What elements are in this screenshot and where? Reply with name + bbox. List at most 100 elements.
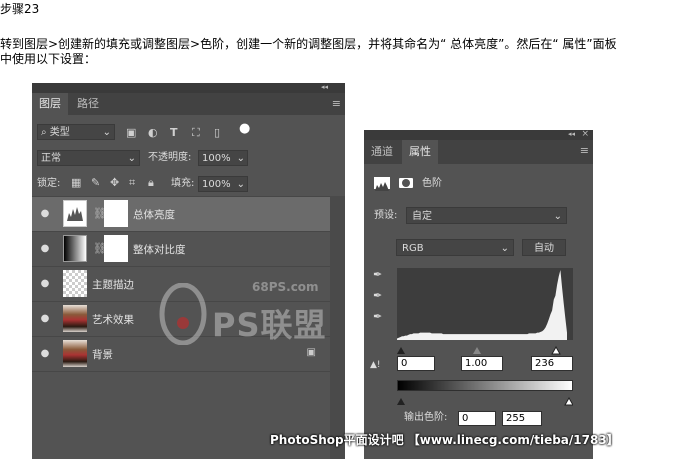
output-levels-label: 输出色阶: xyxy=(404,412,448,423)
layers-panel: ◂◂ 图层 路径 ≡ ⌕ 类型 ⌄ ▣ ◐ T ⛶ ▯ ● 正常 ⌄ 不透明度:… xyxy=(32,83,345,459)
lock-image-icon[interactable]: ✎ xyxy=(91,176,100,190)
channel-select[interactable]: RGB ⌄ xyxy=(396,239,514,256)
preset-select[interactable]: 自定 ⌄ xyxy=(406,207,567,224)
lock-icon[interactable]: ▣ xyxy=(307,347,316,358)
lock-transparent-icon[interactable]: ▦ xyxy=(71,176,81,190)
collapse-icon[interactable]: ◂◂ xyxy=(321,80,328,94)
gray-point-eyedropper-icon[interactable]: ✒ xyxy=(373,289,382,303)
divider xyxy=(32,371,330,372)
clipping-warning-icon[interactable]: ▲! xyxy=(370,358,381,372)
instruction-line-1: 转到图层>创建新的填充或调整图层>色阶，创建一个新的调整图层，并将其命名为“ 总… xyxy=(0,37,617,51)
layer-mask-thumb[interactable] xyxy=(104,235,128,262)
filter-type-icon[interactable]: T xyxy=(170,126,178,140)
lock-label: 锁定: xyxy=(37,178,61,189)
input-gamma-handle[interactable] xyxy=(473,347,481,354)
mask-icon[interactable] xyxy=(399,178,413,188)
black-point-eyedropper-icon[interactable]: ✒ xyxy=(373,268,382,282)
filter-smart-object-icon[interactable]: ▯ xyxy=(214,126,220,140)
tab-paths[interactable]: 路径 xyxy=(70,93,106,115)
layers-tab-bar: 图层 路径 ≡ xyxy=(32,93,345,115)
visibility-eye-icon[interactable]: ● xyxy=(38,207,52,221)
visibility-eye-icon[interactable]: ● xyxy=(38,242,52,256)
opacity-label: 不透明度: xyxy=(148,152,192,163)
collapse-icon[interactable]: ◂◂ xyxy=(568,127,575,141)
watermark-site: 68PS.com xyxy=(252,280,319,294)
gradient-map-icon xyxy=(63,235,87,262)
output-gradient xyxy=(397,380,573,391)
input-gamma-field[interactable]: 1.00 xyxy=(461,356,503,371)
chevron-down-icon: ⌄ xyxy=(553,211,562,222)
output-levels-slider[interactable] xyxy=(397,391,574,406)
chevron-down-icon: ⌄ xyxy=(500,243,509,254)
layer-row[interactable]: ● ⛓ 整体对比度 xyxy=(32,231,330,266)
layer-name[interactable]: 艺术效果 xyxy=(92,312,134,327)
chevron-down-icon: ⌄ xyxy=(127,153,136,164)
output-black-field[interactable]: 0 xyxy=(458,411,496,426)
input-white-field[interactable]: 236 xyxy=(531,356,573,371)
watermark-logo-text: PS联盟 xyxy=(212,306,327,344)
chevron-down-icon: ⌄ xyxy=(236,179,245,190)
filter-adjustment-icon[interactable]: ◐ xyxy=(148,126,158,140)
auto-button[interactable]: 自动 xyxy=(522,239,566,256)
tab-properties[interactable]: 属性 xyxy=(402,140,438,164)
watermark-logo-icon xyxy=(158,282,208,346)
panel-menu-icon[interactable]: ≡ xyxy=(580,144,589,157)
output-white-field[interactable]: 255 xyxy=(502,411,542,426)
levels-histogram xyxy=(397,268,573,340)
filter-shape-icon[interactable]: ⛶ xyxy=(192,126,200,140)
search-icon: ⌕ xyxy=(41,127,50,138)
layer-name[interactable]: 背景 xyxy=(92,347,113,362)
layer-name[interactable]: 整体对比度 xyxy=(133,242,186,257)
properties-panel: ◂◂ × 通道 属性 ≡ 色阶 预设: 自定 ⌄ RGB ⌄ 自动 ✒ ✒ ✒ xyxy=(364,127,593,459)
levels-icon xyxy=(374,177,390,191)
visibility-eye-icon[interactable]: ● xyxy=(38,277,52,291)
filter-toggle-icon[interactable]: ● xyxy=(239,122,250,136)
layer-row[interactable]: ● ⛓ 总体亮度 xyxy=(32,196,330,231)
preset-label: 预设: xyxy=(374,210,398,221)
input-black-field[interactable]: 0 xyxy=(397,356,435,371)
input-black-handle[interactable] xyxy=(397,347,405,354)
filter-pixel-icon[interactable]: ▣ xyxy=(126,126,136,140)
white-point-eyedropper-icon[interactable]: ✒ xyxy=(373,310,382,324)
fill-label: 填充: xyxy=(171,178,195,189)
blend-mode-select[interactable]: 正常 ⌄ xyxy=(37,150,140,166)
opacity-field[interactable]: 100% ⌄ xyxy=(198,150,248,166)
levels-icon xyxy=(67,207,83,221)
lock-artboard-icon[interactable]: ⌗ xyxy=(129,176,135,190)
panel-title-bar[interactable]: ◂◂ xyxy=(32,83,345,93)
lock-all-icon[interactable]: 🔒︎ xyxy=(148,176,154,190)
opacity-value: 100% xyxy=(202,153,231,164)
photo-thumb xyxy=(63,340,87,367)
layer-filter-select[interactable]: ⌕ 类型 ⌄ xyxy=(37,124,115,140)
layers-scrollbar[interactable] xyxy=(330,196,345,459)
step-title: 步骤23 xyxy=(0,2,40,16)
fill-field[interactable]: 100% ⌄ xyxy=(198,176,248,192)
layer-mask-thumb[interactable] xyxy=(104,200,128,227)
close-icon[interactable]: × xyxy=(581,127,589,141)
output-black-handle[interactable] xyxy=(397,398,405,405)
tab-layers[interactable]: 图层 xyxy=(32,93,68,115)
lock-position-icon[interactable]: ✥ xyxy=(110,176,119,190)
properties-title: 色阶 xyxy=(422,178,442,189)
chevron-down-icon: ⌄ xyxy=(236,153,245,164)
blend-mode-value: 正常 xyxy=(41,153,61,164)
input-levels-slider[interactable] xyxy=(397,340,573,355)
panel-title-bar[interactable]: ◂◂ × xyxy=(364,127,593,141)
layer-name[interactable]: 主题描边 xyxy=(92,277,134,292)
footer-credit: PhotoShop平面设计吧 【www.linecg.com/tieba/178… xyxy=(270,433,619,447)
levels-adjustment-thumb xyxy=(63,200,87,227)
visibility-eye-icon[interactable]: ● xyxy=(38,347,52,361)
instruction-line-2: 中使用以下设置： xyxy=(0,52,97,66)
fill-value: 100% xyxy=(202,179,231,190)
preset-value: 自定 xyxy=(412,211,432,222)
layer-filter-value: 类型 xyxy=(49,127,70,138)
chevron-down-icon: ⌄ xyxy=(102,127,111,138)
tab-channels[interactable]: 通道 xyxy=(364,140,400,164)
panel-menu-icon[interactable]: ≡ xyxy=(332,97,341,110)
output-white-handle[interactable] xyxy=(564,396,574,406)
layer-name[interactable]: 总体亮度 xyxy=(133,207,175,222)
channel-value: RGB xyxy=(402,243,424,254)
input-white-handle[interactable] xyxy=(551,345,561,355)
photo-thumb xyxy=(63,305,87,332)
visibility-eye-icon[interactable]: ● xyxy=(38,312,52,326)
